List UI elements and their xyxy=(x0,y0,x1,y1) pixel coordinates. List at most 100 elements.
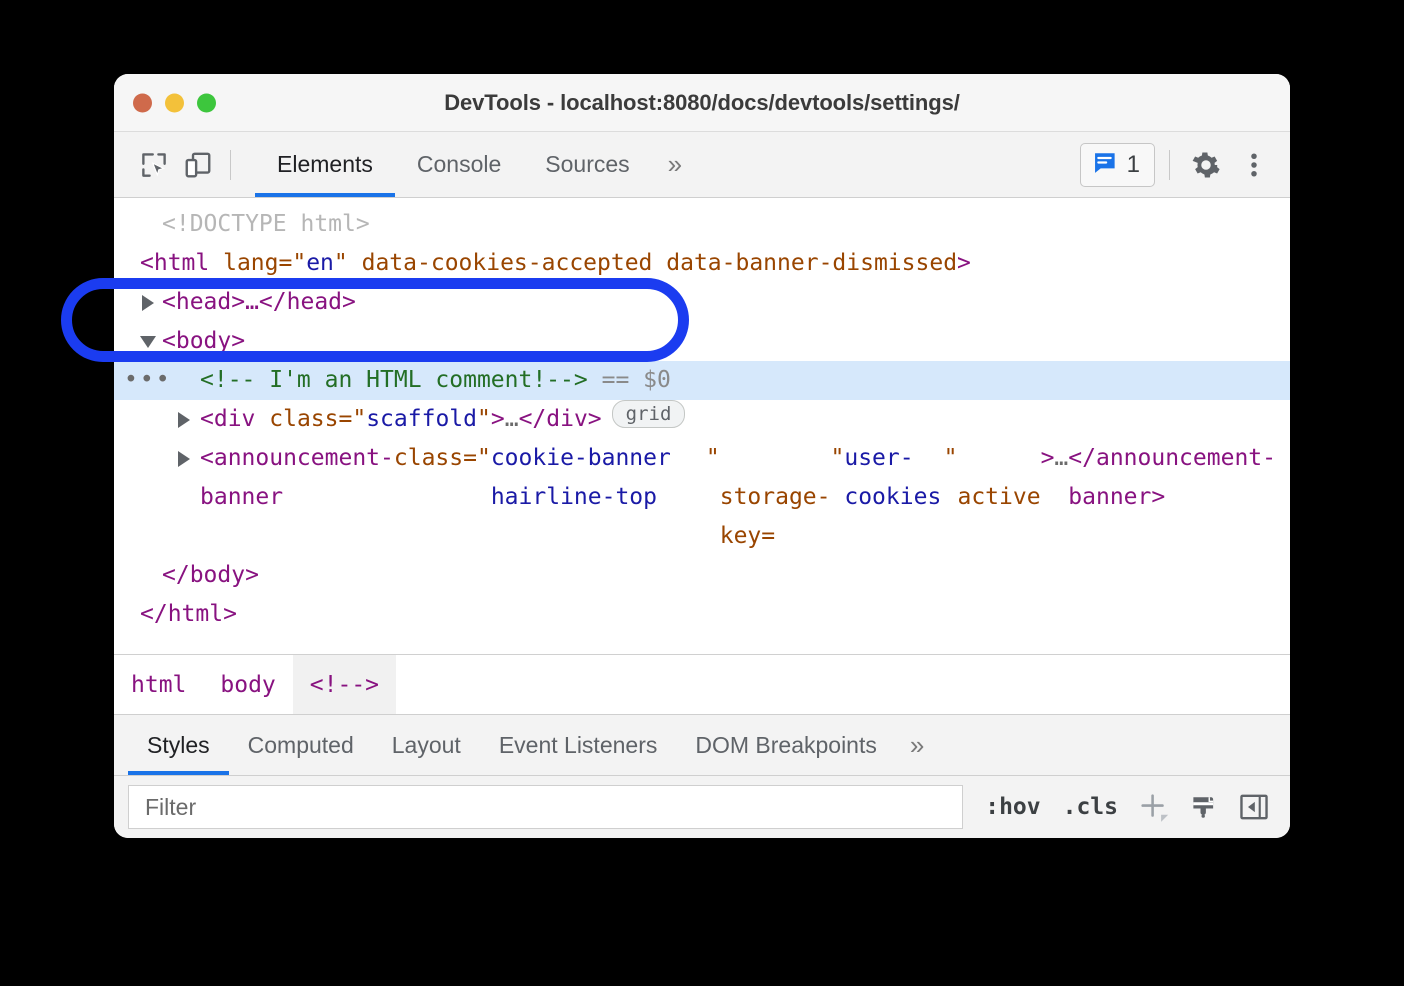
tab-event-listeners-label: Event Listeners xyxy=(499,732,658,759)
close-window-button[interactable] xyxy=(133,93,152,112)
dom-row-head[interactable]: <head>…</head> xyxy=(114,283,1290,322)
div-attr-quote-open: " xyxy=(352,400,366,439)
breadcrumb-item-html-label: html xyxy=(131,672,186,698)
html-tag-open-gt: > xyxy=(957,244,971,283)
filter-bar-actions: :hov .cls xyxy=(977,785,1276,829)
breadcrumb: html body <!--> xyxy=(114,654,1290,714)
banner-attr-storage-key-quote-open: " xyxy=(831,439,845,478)
chevron-double-right-icon: » xyxy=(668,149,682,180)
device-toolbar-icon[interactable] xyxy=(176,143,220,187)
tab-event-listeners[interactable]: Event Listeners xyxy=(480,715,677,775)
tab-styles[interactable]: Styles xyxy=(128,715,229,775)
div-attr-quote-close: " xyxy=(477,400,491,439)
selected-node-ref-label: == $0 xyxy=(602,361,671,400)
zoom-window-button[interactable] xyxy=(197,93,216,112)
plus-icon[interactable] xyxy=(1132,785,1176,829)
selected-node-ref xyxy=(588,361,602,400)
comment-node-text: <!-- I'm an HTML comment!--> xyxy=(200,361,588,400)
div-tag-open: <div xyxy=(200,400,269,439)
banner-attr-class-name: class= xyxy=(394,439,477,478)
dom-row-doctype[interactable]: <!DOCTYPE html> xyxy=(114,205,1290,244)
devtools-window: DevTools - localhost:8080/docs/devtools/… xyxy=(114,74,1290,838)
tab-elements-label: Elements xyxy=(277,151,373,178)
div-children-ellipsis[interactable]: … xyxy=(505,400,519,439)
tab-sources-label: Sources xyxy=(545,151,629,178)
tab-dom-breakpoints-label: DOM Breakpoints xyxy=(695,732,877,759)
body-tag-open: <body> xyxy=(162,322,245,361)
expand-div-triangle-icon[interactable] xyxy=(178,412,190,428)
tab-console-label: Console xyxy=(417,151,501,178)
div-attr-class-value: scaffold xyxy=(366,400,477,439)
tab-dom-breakpoints[interactable]: DOM Breakpoints xyxy=(676,715,896,775)
banner-children-ellipsis[interactable]: … xyxy=(1054,439,1068,478)
dom-row-html-open[interactable]: <html lang="en" data-cookies-accepted da… xyxy=(114,244,1290,283)
screenshot-stage: DevTools - localhost:8080/docs/devtools/… xyxy=(0,0,1404,986)
html-tag-close: </html> xyxy=(140,595,237,634)
toggle-sidebar-icon[interactable] xyxy=(1232,785,1276,829)
html-tag-open: <html xyxy=(140,244,209,283)
grid-badge[interactable]: grid xyxy=(612,400,686,428)
tab-computed[interactable]: Computed xyxy=(229,715,373,775)
div-tag-open-gt: > xyxy=(491,400,505,439)
html-attr-lang-quote-open: " xyxy=(292,244,306,283)
breadcrumb-item-html[interactable]: html xyxy=(114,655,203,714)
banner-attr-storage-key-name: storage-key= xyxy=(720,439,831,556)
toolbar-divider-right xyxy=(1169,150,1170,180)
tab-elements[interactable]: Elements xyxy=(255,132,395,197)
dom-tree[interactable]: <!DOCTYPE html> <html lang="en" data-coo… xyxy=(114,198,1290,654)
window-titlebar: DevTools - localhost:8080/docs/devtools/… xyxy=(114,74,1290,132)
head-node-text: <head>…</head> xyxy=(162,283,356,322)
dom-row-body-open[interactable]: <body> xyxy=(114,322,1290,361)
collapse-body-triangle-icon[interactable] xyxy=(140,336,156,348)
dom-row-body-close[interactable]: </body> xyxy=(114,556,1290,595)
cls-toggle-button[interactable]: .cls xyxy=(1055,794,1126,820)
expand-head-triangle-icon[interactable] xyxy=(142,295,154,311)
kebab-menu-icon[interactable] xyxy=(1232,143,1276,187)
div-tag-close: </div> xyxy=(519,400,602,439)
banner-attr-class-quote-open: " xyxy=(477,439,491,478)
html-attr-lang-name: lang= xyxy=(209,244,292,283)
tab-sources[interactable]: Sources xyxy=(523,132,651,197)
dom-row-comment-selected[interactable]: ••• <!-- I'm an HTML comment!--> == $0 xyxy=(114,361,1290,400)
inspect-element-icon[interactable] xyxy=(132,143,176,187)
dom-row-html-close[interactable]: </html> xyxy=(114,595,1290,634)
hov-toggle-button[interactable]: :hov xyxy=(977,794,1048,820)
tab-layout-label: Layout xyxy=(392,732,461,759)
styles-sidebar-tabs: Styles Computed Layout Event Listeners D… xyxy=(114,714,1290,776)
filter-input-wrapper[interactable] xyxy=(128,785,963,829)
breadcrumb-item-body-label: body xyxy=(220,672,275,698)
banner-tag-open-gt: > xyxy=(1041,439,1055,478)
message-count-button[interactable]: 1 xyxy=(1080,143,1155,187)
styles-filter-bar: :hov .cls xyxy=(114,776,1290,838)
more-sidebar-tabs-button[interactable]: » xyxy=(896,715,938,775)
window-controls[interactable] xyxy=(133,93,216,112)
breadcrumb-item-body[interactable]: body xyxy=(203,655,292,714)
gear-icon[interactable] xyxy=(1184,143,1228,187)
breadcrumb-item-comment[interactable]: <!--> xyxy=(293,655,396,714)
banner-tag-open: <announcement-banner xyxy=(200,439,394,517)
chevron-double-right-icon-sidebar: » xyxy=(910,730,924,761)
more-panels-button[interactable]: » xyxy=(652,132,698,197)
minimize-window-button[interactable] xyxy=(165,93,184,112)
message-count-label: 1 xyxy=(1127,151,1140,179)
paintbrush-icon[interactable] xyxy=(1182,785,1226,829)
div-attr-class-name: class= xyxy=(269,400,352,439)
window-title: DevTools - localhost:8080/docs/devtools/… xyxy=(114,90,1290,116)
html-attr-lang-quote-close: " xyxy=(334,244,348,283)
tab-console[interactable]: Console xyxy=(395,132,523,197)
dom-row-div-scaffold[interactable]: <div class="scaffold">…</div>grid xyxy=(114,400,1290,439)
filter-input[interactable] xyxy=(143,793,962,822)
tab-computed-label: Computed xyxy=(248,732,354,759)
toolbar-right-actions: 1 xyxy=(1080,143,1276,187)
doctype-text: <!DOCTYPE html> xyxy=(162,205,370,244)
message-bubble-icon xyxy=(1091,149,1118,181)
banner-attr-class-value: cookie-banner hairline-top xyxy=(491,439,706,517)
html-boolean-attrs: data-cookies-accepted data-banner-dismis… xyxy=(348,244,957,283)
banner-attr-storage-key-value: user-cookies xyxy=(844,439,943,517)
tab-styles-label: Styles xyxy=(147,732,210,759)
expand-announcement-banner-triangle-icon[interactable] xyxy=(178,451,190,467)
banner-tag-close: </announcement-banner> xyxy=(1068,439,1276,517)
tab-layout[interactable]: Layout xyxy=(373,715,480,775)
more-options-dots-icon[interactable]: ••• xyxy=(124,361,172,400)
dom-row-announcement-banner[interactable]: <announcement-banner class="cookie-banne… xyxy=(114,439,1290,556)
